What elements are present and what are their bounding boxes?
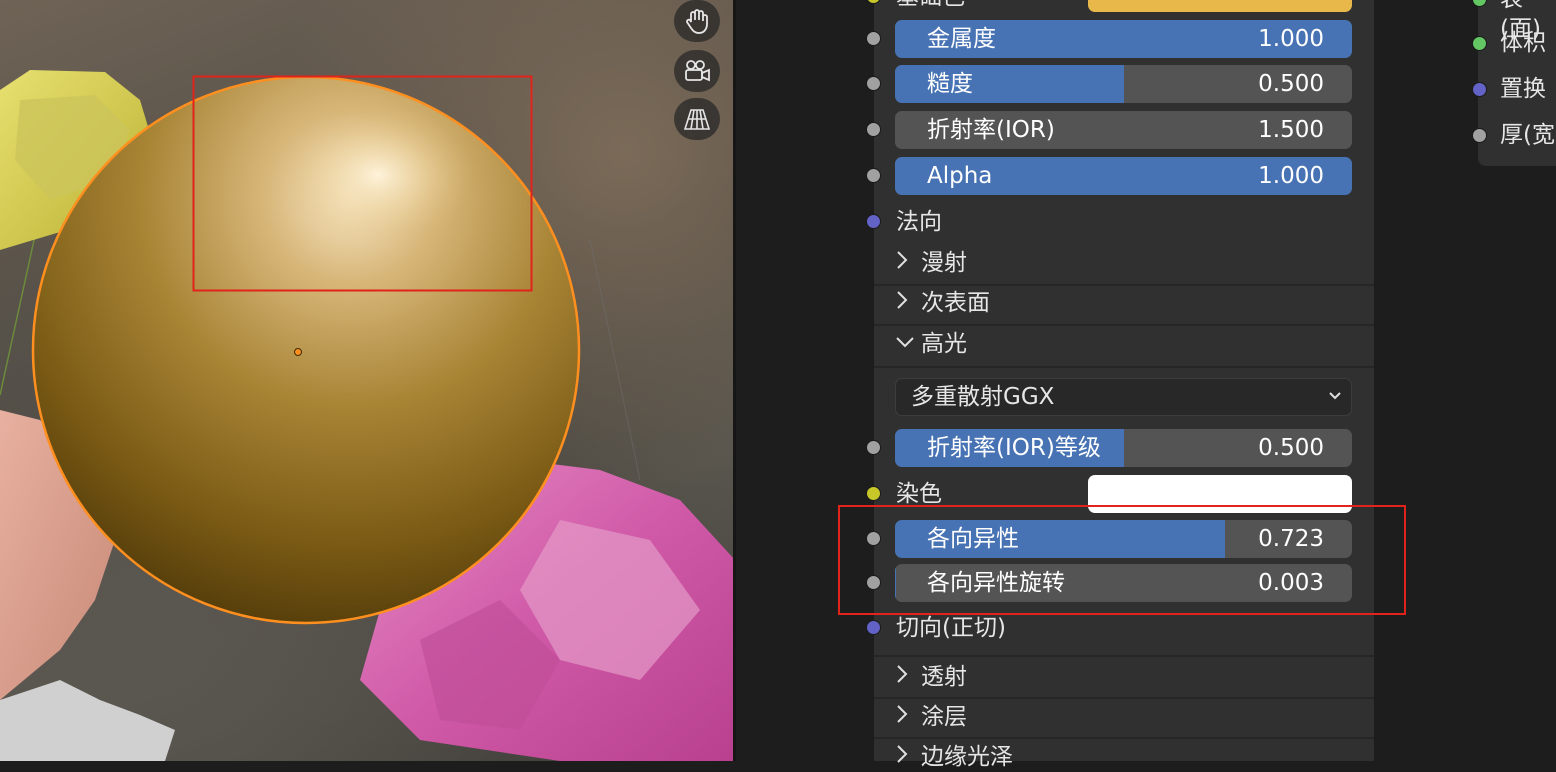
slider-value: 1.500 xyxy=(1258,117,1324,143)
panel-label: 透射 xyxy=(921,664,967,690)
alpha-slider[interactable]: Alpha 1.000 xyxy=(895,157,1352,195)
panel-specular-header[interactable]: 高光 xyxy=(895,329,967,359)
panel-label: 涂层 xyxy=(921,704,967,730)
panel-separator xyxy=(874,366,1374,368)
panel-label: 次表面 xyxy=(921,290,990,316)
chevron-right-icon xyxy=(895,248,921,278)
camera-icon[interactable] xyxy=(674,50,720,92)
panel-separator xyxy=(874,284,1374,286)
panel-separator xyxy=(874,655,1374,657)
metallic-socket[interactable] xyxy=(866,31,881,46)
panel-transmission-header[interactable]: 透射 xyxy=(895,662,967,692)
chevron-down-icon xyxy=(895,329,921,359)
displacement-socket[interactable] xyxy=(1472,82,1487,97)
slider-value: 1.000 xyxy=(1258,163,1324,189)
panel-coat-header[interactable]: 涂层 xyxy=(895,702,967,732)
panel-label: 高光 xyxy=(921,331,967,357)
slider-label: 折射率(IOR)等级 xyxy=(927,435,1101,461)
normal-socket[interactable] xyxy=(866,214,881,229)
panel-label: 漫射 xyxy=(921,250,967,276)
viewport-scene xyxy=(0,70,735,761)
panel-separator xyxy=(874,697,1374,699)
ior-level-socket[interactable] xyxy=(866,440,881,455)
select-value: 多重散射GGX xyxy=(911,384,1055,410)
panel-label: 边缘光泽 xyxy=(921,744,1013,770)
panel-separator xyxy=(874,737,1374,739)
slider-label: 折射率(IOR) xyxy=(927,117,1055,143)
slider-value: 1.000 xyxy=(1258,26,1324,52)
annotation-highlight-box xyxy=(838,505,1406,615)
roughness-slider[interactable]: 糙度 0.500 xyxy=(895,65,1352,103)
slider-value: 0.500 xyxy=(1258,435,1324,461)
hand-pan-icon[interactable] xyxy=(674,0,720,42)
base-color-swatch[interactable] xyxy=(1088,0,1352,12)
metallic-slider[interactable]: 金属度 1.000 xyxy=(895,20,1352,58)
thickness-socket[interactable] xyxy=(1472,128,1487,143)
normal-label: 法向 xyxy=(896,209,942,235)
tangent-label: 切向(正切) xyxy=(896,615,1006,641)
distribution-select[interactable]: 多重散射GGX xyxy=(895,378,1352,416)
chevron-right-icon xyxy=(895,742,921,772)
panel-subsurface-header[interactable]: 次表面 xyxy=(895,288,990,318)
panel-diffuse-header[interactable]: 漫射 xyxy=(895,248,967,278)
chevron-right-icon xyxy=(895,702,921,732)
panel-sheen-header[interactable]: 边缘光泽 xyxy=(895,742,1013,772)
volume-socket[interactable] xyxy=(1472,36,1487,51)
slider-label: Alpha xyxy=(927,163,993,189)
output-input-label: 置换 xyxy=(1500,76,1546,102)
3d-viewport[interactable] xyxy=(0,0,735,761)
slider-label: 糙度 xyxy=(927,71,973,97)
chevron-right-icon xyxy=(895,288,921,318)
perspective-grid-icon[interactable] xyxy=(674,98,720,140)
ior-socket[interactable] xyxy=(866,122,881,137)
roughness-socket[interactable] xyxy=(866,76,881,91)
panel-separator xyxy=(874,324,1374,326)
tint-socket[interactable] xyxy=(866,486,881,501)
tangent-socket[interactable] xyxy=(866,620,881,635)
base-color-label: 基础色 xyxy=(896,0,965,12)
ior-slider[interactable]: 折射率(IOR) 1.500 xyxy=(895,111,1352,149)
output-input-label: 厚(宽 xyxy=(1500,122,1555,148)
slider-value: 0.500 xyxy=(1258,71,1324,97)
ior-level-slider[interactable]: 折射率(IOR)等级 0.500 xyxy=(895,429,1352,467)
alpha-socket[interactable] xyxy=(866,168,881,183)
output-input-label: 体积 xyxy=(1500,30,1546,56)
chevron-down-icon xyxy=(1329,392,1341,400)
chevron-right-icon xyxy=(895,662,921,692)
slider-label: 金属度 xyxy=(927,26,996,52)
